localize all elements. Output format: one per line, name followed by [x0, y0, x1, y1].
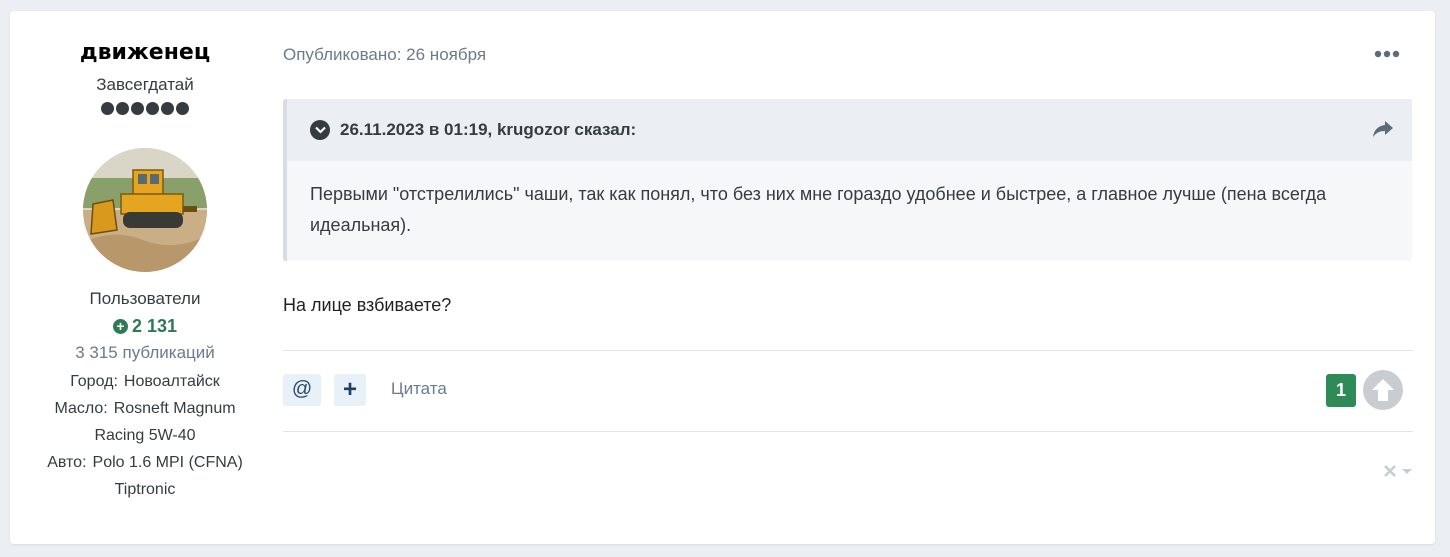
author-name[interactable]: движенец [30, 39, 260, 67]
quote-text: Первыми "отстрелились" чаши, так как пон… [310, 184, 1327, 235]
chevron-down-icon[interactable] [310, 120, 330, 140]
reputation-badge[interactable]: + 2 131 [30, 315, 260, 337]
rank-pip [161, 102, 174, 115]
divider [283, 431, 1413, 432]
menu-dots-icon[interactable] [1374, 47, 1400, 61]
rank-pips [30, 102, 260, 116]
quote-header: 26.11.2023 в 01:19, krugozor сказал: [287, 99, 1412, 161]
field-value: Rosneft Magnum Racing 5W-40 [94, 400, 236, 444]
forum-post: движенец Завсегдатай Пользователи + 2 13… [10, 11, 1435, 544]
field-label: Масло: [54, 400, 108, 417]
quote-block: 26.11.2023 в 01:19, krugozor сказал: Пер… [283, 99, 1412, 261]
author-panel: движенец Завсегдатай Пользователи + 2 13… [30, 39, 260, 503]
arrow-up-icon [1372, 379, 1394, 401]
author-rank: Завсегдатай [96, 75, 194, 94]
field-label: Авто: [47, 454, 87, 471]
reputation-value: 2 131 [131, 316, 178, 336]
rank-pip [101, 102, 114, 115]
quote-citation: 26.11.2023 в 01:19, krugozor сказал: [340, 120, 637, 139]
rank-pip [116, 102, 129, 115]
multiquote-add-button[interactable]: + [334, 374, 366, 406]
field-value: Polo 1.6 MPI (CFNA) Tiptronic [92, 454, 243, 498]
field-label: Город: [70, 373, 118, 390]
author-field-car: Авто: Polo 1.6 MPI (CFNA) Tiptronic [30, 449, 260, 503]
rank-pip [131, 102, 144, 115]
bulldozer-avatar-image [83, 148, 207, 272]
post-body: На лице взбиваете? [283, 295, 452, 315]
post-count-link[interactable]: 3 315 публикаций [30, 342, 260, 364]
author-group: Пользователи [89, 289, 201, 308]
rank-pip [176, 102, 189, 115]
mention-button[interactable]: @ [283, 374, 321, 406]
field-value: Новоалтайск [123, 373, 220, 390]
rank-pip [146, 102, 159, 115]
post-date[interactable]: Опубликовано: 26 ноября [283, 45, 486, 65]
divider [283, 350, 1413, 351]
reputation-count: 1 [1326, 374, 1356, 407]
share-icon[interactable] [1372, 119, 1394, 139]
author-fields: Город: Новоалтайск Масло: Rosneft Magnum R… [30, 368, 260, 503]
plus-circle-icon: + [112, 318, 128, 334]
author-field-oil: Масло: Rosneft Magnum Racing 5W-40 [30, 395, 260, 449]
author-field-city: Город: Новоалтайск [30, 368, 260, 395]
upvote-button[interactable] [1363, 370, 1403, 410]
quote-button[interactable]: Цитата [391, 379, 447, 399]
close-icon[interactable] [1382, 463, 1416, 479]
avatar[interactable] [83, 148, 207, 272]
